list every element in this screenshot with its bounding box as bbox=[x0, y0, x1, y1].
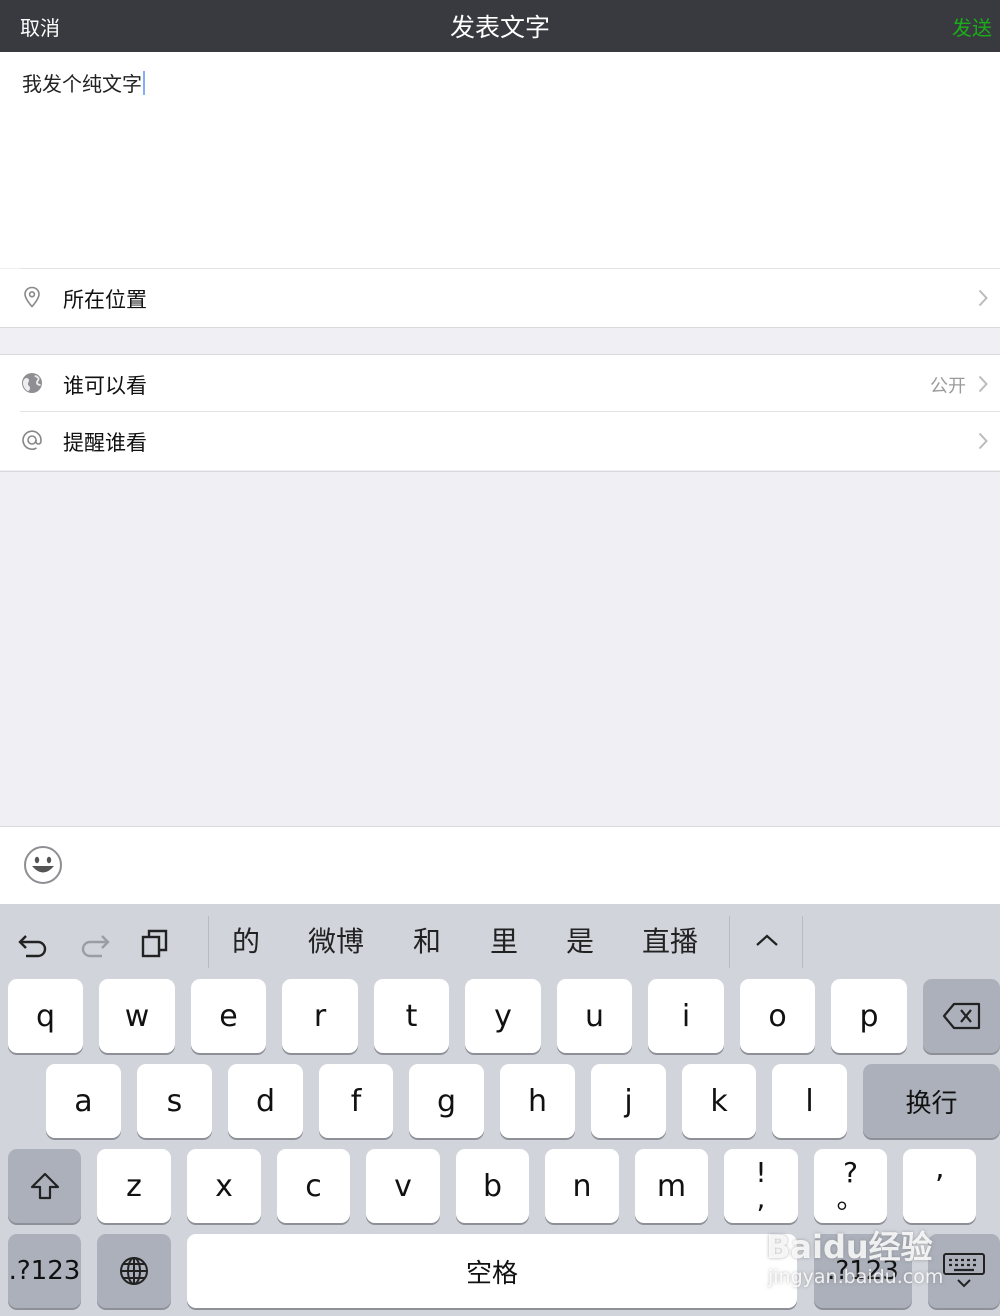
key-p[interactable]: p bbox=[831, 979, 907, 1053]
key-h[interactable]: h bbox=[500, 1064, 575, 1138]
candidate-word[interactable]: 是 bbox=[566, 920, 594, 960]
numbers-key[interactable]: .?123 bbox=[8, 1234, 81, 1308]
key-b[interactable]: b bbox=[456, 1149, 529, 1223]
watermark-url: jingyan.baidu.com bbox=[768, 1266, 944, 1288]
key-e[interactable]: e bbox=[191, 979, 266, 1053]
visibility-label: 谁可以看 bbox=[63, 374, 147, 398]
smiley-icon[interactable] bbox=[23, 845, 63, 885]
shift-key[interactable] bbox=[8, 1149, 81, 1223]
divider bbox=[0, 327, 1000, 328]
backspace-key[interactable] bbox=[923, 979, 1000, 1053]
key-q[interactable]: q bbox=[8, 979, 83, 1053]
key-s[interactable]: s bbox=[137, 1064, 212, 1138]
undo-icon[interactable] bbox=[16, 926, 50, 960]
globe-icon bbox=[22, 373, 42, 393]
key-g[interactable]: g bbox=[409, 1064, 484, 1138]
shift-arrow-icon bbox=[30, 1172, 59, 1200]
candidate-word[interactable]: 和 bbox=[413, 920, 441, 960]
chevron-right-icon bbox=[978, 375, 988, 393]
key-f[interactable]: f bbox=[319, 1064, 393, 1138]
keyboard-toolbar: 的 微博 和 里 是 直播 bbox=[0, 904, 1000, 976]
toolbar-divider bbox=[729, 916, 730, 968]
chevron-right-icon bbox=[978, 432, 988, 450]
location-pin-icon bbox=[24, 286, 40, 308]
key-d[interactable]: d bbox=[228, 1064, 303, 1138]
chevron-right-icon bbox=[978, 289, 988, 307]
candidate-word[interactable]: 微博 bbox=[308, 920, 364, 960]
key-question-period[interactable]: ? 。 bbox=[814, 1149, 887, 1223]
globe-key[interactable] bbox=[97, 1234, 171, 1308]
key-apostrophe[interactable]: ’ bbox=[903, 1149, 976, 1223]
clipboard-icon[interactable] bbox=[138, 926, 172, 960]
send-button[interactable]: 发送 bbox=[952, 12, 992, 41]
key-o[interactable]: o bbox=[740, 979, 815, 1053]
candidate-word[interactable]: 里 bbox=[490, 920, 518, 960]
compose-text: 我发个纯文字 bbox=[22, 72, 142, 96]
key-a[interactable]: a bbox=[46, 1064, 121, 1138]
return-key[interactable]: 换行 bbox=[863, 1064, 1000, 1138]
toolbar-divider bbox=[208, 916, 209, 968]
key-i[interactable]: i bbox=[648, 979, 724, 1053]
key-y[interactable]: y bbox=[465, 979, 541, 1053]
visibility-value: 公开 bbox=[930, 376, 966, 397]
redo-icon[interactable] bbox=[78, 926, 112, 960]
keyboard-dismiss-icon bbox=[943, 1253, 985, 1288]
key-j[interactable]: j bbox=[591, 1064, 666, 1138]
key-c[interactable]: c bbox=[277, 1149, 350, 1223]
mention-label: 提醒谁看 bbox=[63, 431, 147, 455]
compose-textarea[interactable]: 我发个纯文字 bbox=[0, 52, 1000, 268]
emoji-bar bbox=[0, 826, 1000, 905]
key-v[interactable]: v bbox=[366, 1149, 440, 1223]
key-l[interactable]: l bbox=[772, 1064, 847, 1138]
divider bbox=[0, 471, 1000, 472]
key-u[interactable]: u bbox=[557, 979, 632, 1053]
key-r[interactable]: r bbox=[282, 979, 358, 1053]
candidate-word[interactable]: 的 bbox=[232, 920, 260, 960]
location-row[interactable]: 所在位置 bbox=[0, 269, 1000, 327]
visibility-row[interactable]: 谁可以看 公开 bbox=[0, 355, 1000, 413]
text-caret bbox=[143, 71, 145, 95]
key-m[interactable]: m bbox=[635, 1149, 708, 1223]
globe-icon bbox=[120, 1257, 148, 1285]
key-exclamation-comma[interactable]: ! , bbox=[724, 1149, 798, 1223]
backspace-icon bbox=[942, 1002, 980, 1030]
page-title: 发表文字 bbox=[449, 13, 550, 42]
key-x[interactable]: x bbox=[187, 1149, 261, 1223]
navbar: 取消 发表文字 发送 bbox=[0, 0, 1000, 52]
mention-row[interactable]: 提醒谁看 bbox=[0, 412, 1000, 470]
key-t[interactable]: t bbox=[374, 979, 449, 1053]
key-z[interactable]: z bbox=[97, 1149, 171, 1223]
key-n[interactable]: n bbox=[545, 1149, 619, 1223]
chevron-up-icon[interactable] bbox=[750, 924, 784, 958]
watermark-logo: Baidu经验 bbox=[766, 1228, 933, 1266]
space-key[interactable]: 空格 bbox=[187, 1234, 797, 1308]
location-label: 所在位置 bbox=[63, 288, 147, 312]
toolbar-divider bbox=[802, 916, 803, 968]
key-w[interactable]: w bbox=[99, 979, 175, 1053]
key-k[interactable]: k bbox=[682, 1064, 756, 1138]
at-icon bbox=[22, 430, 42, 450]
candidate-word[interactable]: 直播 bbox=[642, 920, 698, 960]
